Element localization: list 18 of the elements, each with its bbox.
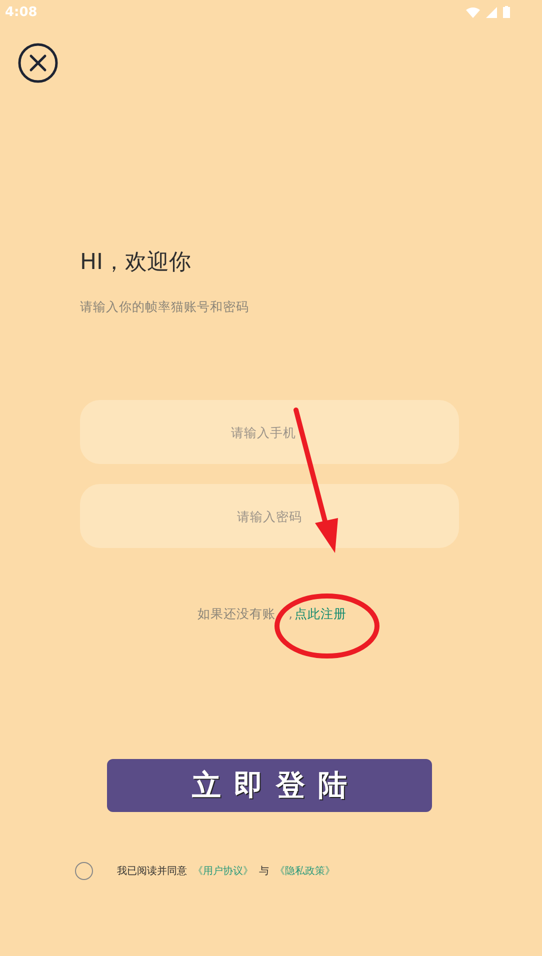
subtitle-text: 请输入你的帧率猫账号和密码	[80, 299, 250, 316]
password-field[interactable]: 请输入密码	[80, 484, 459, 548]
battery-icon	[503, 6, 510, 18]
privacy-link[interactable]: 《隐私政策》	[275, 864, 335, 878]
register-link[interactable]: 点此注册	[294, 606, 347, 623]
phone-field[interactable]: 请输入手机	[80, 400, 459, 464]
welcome-title: HI，欢迎你	[80, 249, 192, 277]
terms-link[interactable]: 《用户协议》	[193, 864, 253, 878]
wifi-icon	[466, 6, 480, 18]
signal-icon	[486, 6, 497, 18]
agreement-text: 我已阅读并同意	[117, 864, 187, 878]
close-icon[interactable]	[18, 43, 58, 83]
comma-text: ,	[288, 606, 293, 623]
login-button[interactable]: 立即登陆	[107, 759, 432, 812]
status-time: 4:08	[5, 4, 38, 20]
joiner-text: 与	[259, 864, 269, 878]
agree-checkbox[interactable]	[75, 862, 93, 880]
register-prompt: 如果还没有账	[197, 606, 276, 623]
